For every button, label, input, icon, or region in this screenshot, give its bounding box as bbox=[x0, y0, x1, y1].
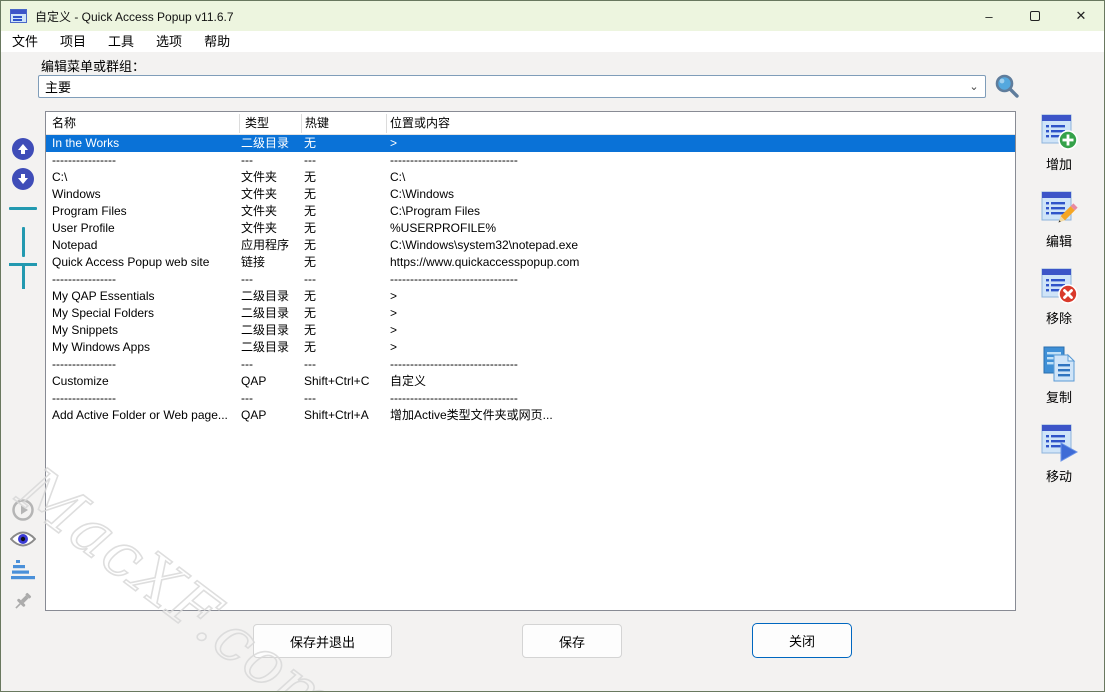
maximize-button-icon[interactable] bbox=[1012, 1, 1058, 31]
table-row[interactable]: My Windows Apps 二级目录 无 > bbox=[46, 339, 1015, 356]
menu-help[interactable]: 帮助 bbox=[193, 31, 241, 52]
app-icon bbox=[10, 9, 27, 23]
table-row[interactable]: ---------------- --- --- ---------------… bbox=[46, 152, 1015, 169]
move-button[interactable]: 移动 bbox=[1039, 423, 1079, 485]
menu-tools[interactable]: 工具 bbox=[97, 31, 145, 52]
menu-select-combobox[interactable]: 主要 ⌄ bbox=[38, 75, 986, 98]
window-title: 自定义 - Quick Access Popup v11.6.7 bbox=[35, 8, 234, 25]
pin-icon[interactable] bbox=[1, 589, 45, 613]
menu-top-icon[interactable] bbox=[1, 263, 45, 291]
table-row[interactable]: In the Works 二级目录 无 > bbox=[46, 135, 1015, 152]
separator-line-icon[interactable] bbox=[1, 207, 45, 210]
add-button[interactable]: 增加 bbox=[1039, 113, 1079, 173]
title-bar: 自定义 - Quick Access Popup v11.6.7 – ✕ bbox=[1, 1, 1104, 31]
app-window: 自定义 - Quick Access Popup v11.6.7 – ✕ 文件 … bbox=[0, 0, 1105, 692]
item-list: In the Works 二级目录 无 > ---------------- -… bbox=[46, 135, 1015, 610]
edit-menu-label: 编辑菜单或群组： bbox=[41, 56, 145, 75]
table-row[interactable]: My QAP Essentials 二级目录 无 > bbox=[46, 288, 1015, 305]
remove-button[interactable]: 移除 bbox=[1039, 267, 1079, 327]
remove-button-label: 移除 bbox=[1046, 308, 1072, 327]
table-row[interactable]: User Profile 文件夹 无 %USERPROFILE% bbox=[46, 220, 1015, 237]
save-button[interactable]: 保存 bbox=[522, 624, 622, 658]
close-button-icon[interactable]: ✕ bbox=[1058, 1, 1104, 31]
table-row[interactable]: My Special Folders 二级目录 无 > bbox=[46, 305, 1015, 322]
table-row[interactable]: Program Files 文件夹 无 C:\Program Files bbox=[46, 203, 1015, 220]
table-row[interactable]: ---------------- --- --- ---------------… bbox=[46, 356, 1015, 373]
edit-button-label: 编辑 bbox=[1046, 231, 1072, 250]
column-break-icon[interactable] bbox=[1, 227, 45, 257]
remove-icon bbox=[1039, 267, 1079, 305]
table-row[interactable]: ---------------- --- --- ---------------… bbox=[46, 390, 1015, 407]
move-down-icon[interactable] bbox=[1, 168, 45, 190]
table-header: 名称 类型 热键 位置或内容 bbox=[46, 112, 1015, 135]
add-button-label: 增加 bbox=[1046, 154, 1072, 173]
move-button-label: 移动 bbox=[1046, 466, 1072, 485]
table-row[interactable]: Customize QAP Shift+Ctrl+C 自定义 bbox=[46, 373, 1015, 390]
move-up-icon[interactable] bbox=[1, 138, 45, 160]
items-table: 名称 类型 热键 位置或内容 In the Works 二级目录 无 > ---… bbox=[45, 111, 1016, 611]
menu-bar: 文件 项目 工具 选项 帮助 bbox=[1, 31, 1104, 52]
menu-options[interactable]: 选项 bbox=[145, 31, 193, 52]
menu-item[interactable]: 项目 bbox=[49, 31, 97, 52]
table-row[interactable]: Add Active Folder or Web page... QAP Shi… bbox=[46, 407, 1015, 424]
col-header-type[interactable]: 类型 bbox=[245, 112, 269, 135]
edit-button[interactable]: 编辑 bbox=[1039, 190, 1079, 250]
close-dialog-button[interactable]: 关闭 bbox=[752, 623, 852, 658]
sort-bars-icon[interactable] bbox=[1, 559, 45, 583]
edit-icon bbox=[1039, 190, 1079, 228]
col-header-name[interactable]: 名称 bbox=[52, 112, 76, 135]
search-icon[interactable] bbox=[993, 72, 1021, 100]
table-row[interactable]: ---------------- --- --- ---------------… bbox=[46, 271, 1015, 288]
col-header-location[interactable]: 位置或内容 bbox=[390, 112, 450, 135]
copy-button-label: 复制 bbox=[1046, 387, 1072, 406]
move-icon bbox=[1039, 423, 1079, 463]
save-exit-button[interactable]: 保存并退出 bbox=[253, 624, 392, 658]
table-row[interactable]: Windows 文件夹 无 C:\Windows bbox=[46, 186, 1015, 203]
col-header-hotkey[interactable]: 热键 bbox=[305, 112, 329, 135]
minimize-button-icon[interactable]: – bbox=[966, 1, 1012, 31]
table-row[interactable]: Quick Access Popup web site 链接 无 https:/… bbox=[46, 254, 1015, 271]
add-icon bbox=[1039, 113, 1079, 151]
left-toolbar bbox=[1, 105, 45, 691]
table-row[interactable]: C:\ 文件夹 无 C:\ bbox=[46, 169, 1015, 186]
copy-button[interactable]: 复制 bbox=[1039, 344, 1079, 406]
menu-file[interactable]: 文件 bbox=[1, 31, 49, 52]
table-row[interactable]: My Snippets 二级目录 无 > bbox=[46, 322, 1015, 339]
eye-icon[interactable] bbox=[1, 529, 45, 549]
run-icon[interactable] bbox=[1, 499, 45, 521]
combobox-value: 主要 bbox=[39, 77, 963, 96]
copy-icon bbox=[1039, 344, 1079, 384]
right-toolbar: 增加 编辑 bbox=[1020, 113, 1098, 502]
chevron-down-icon[interactable]: ⌄ bbox=[963, 80, 985, 93]
table-row[interactable]: Notepad 应用程序 无 C:\Windows\system32\notep… bbox=[46, 237, 1015, 254]
